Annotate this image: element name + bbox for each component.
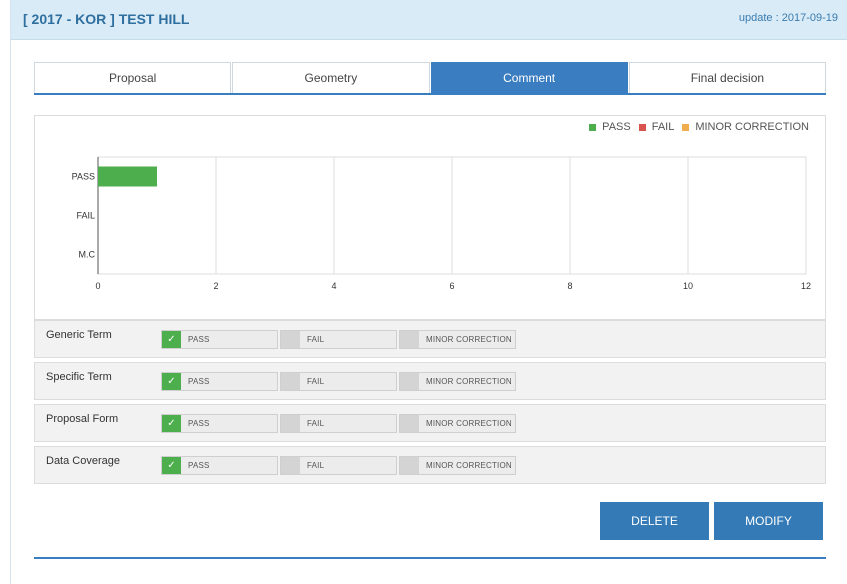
row-label: Proposal Form — [46, 413, 119, 425]
row-label: Specific Term — [46, 371, 112, 383]
option-label: MINOR CORRECTION — [426, 377, 512, 386]
panel-header: [ 2017 - KOR ] TEST HILL update : 2017-0… — [11, 0, 847, 40]
option-label: FAIL — [307, 377, 325, 386]
row-label: Data Coverage — [46, 455, 120, 467]
check-icon: ✓ — [162, 331, 181, 348]
x-tick-label: 0 — [95, 281, 100, 291]
checkbox-empty-icon — [400, 373, 419, 390]
option-label: PASS — [188, 335, 210, 344]
option-minor-correction[interactable]: MINOR CORRECTION — [399, 372, 516, 391]
page-title: [ 2017 - KOR ] TEST HILL — [23, 11, 190, 27]
option-pass[interactable]: ✓ PASS — [161, 330, 278, 349]
tab-proposal[interactable]: Proposal — [34, 62, 232, 93]
checkbox-empty-icon — [281, 373, 300, 390]
y-category-label: PASS — [72, 172, 95, 182]
x-tick-label: 8 — [567, 281, 572, 291]
option-label: MINOR CORRECTION — [426, 335, 512, 344]
review-row-generic-term: Generic Term ✓ PASS FAIL MINOR CORRECTION — [34, 320, 826, 358]
review-row-proposal-form: Proposal Form ✓ PASS FAIL MINOR CORRECTIO… — [34, 404, 826, 442]
option-fail[interactable]: FAIL — [280, 330, 397, 349]
review-rows: Generic Term ✓ PASS FAIL MINOR CORRECTION… — [34, 320, 826, 488]
option-pass[interactable]: ✓ PASS — [161, 372, 278, 391]
x-tick-label: 10 — [683, 281, 693, 291]
option-label: FAIL — [307, 419, 325, 428]
option-label: FAIL — [307, 335, 325, 344]
y-category-label: M.C — [79, 250, 96, 260]
option-fail[interactable]: FAIL — [280, 456, 397, 475]
modify-button[interactable]: MODIFY — [714, 502, 823, 540]
option-label: MINOR CORRECTION — [426, 461, 512, 470]
review-row-specific-term: Specific Term ✓ PASS FAIL MINOR CORRECTIO… — [34, 362, 826, 400]
option-fail[interactable]: FAIL — [280, 414, 397, 433]
tab-bar: Proposal Geometry Comment Final decision — [34, 62, 826, 95]
check-icon: ✓ — [162, 373, 181, 390]
checkbox-empty-icon — [400, 415, 419, 432]
option-label: PASS — [188, 461, 210, 470]
option-minor-correction[interactable]: MINOR CORRECTION — [399, 330, 516, 349]
checkbox-empty-icon — [400, 331, 419, 348]
y-category-label: FAIL — [76, 211, 95, 221]
footer-divider — [34, 557, 826, 559]
option-label: PASS — [188, 377, 210, 386]
x-tick-label: 6 — [449, 281, 454, 291]
checkbox-empty-icon — [281, 415, 300, 432]
x-tick-label: 4 — [331, 281, 336, 291]
checkbox-empty-icon — [281, 331, 300, 348]
checkbox-empty-icon — [281, 457, 300, 474]
checkbox-empty-icon — [400, 457, 419, 474]
tab-comment[interactable]: Comment — [430, 62, 628, 93]
x-tick-label: 12 — [801, 281, 811, 291]
option-pass[interactable]: ✓ PASS — [161, 456, 278, 475]
review-row-data-coverage: Data Coverage ✓ PASS FAIL MINOR CORRECTIO… — [34, 446, 826, 484]
update-date: update : 2017-09-19 — [738, 12, 838, 24]
delete-button[interactable]: DELETE — [600, 502, 709, 540]
tab-final-decision[interactable]: Final decision — [628, 62, 826, 93]
check-icon: ✓ — [162, 415, 181, 432]
bar-chart-svg: 0 2 4 6 8 10 12 PASS FAIL M.C — [72, 156, 811, 291]
option-minor-correction[interactable]: MINOR CORRECTION — [399, 414, 516, 433]
option-minor-correction[interactable]: MINOR CORRECTION — [399, 456, 516, 475]
review-panel: [ 2017 - KOR ] TEST HILL update : 2017-0… — [10, 0, 847, 584]
bar-pass — [98, 166, 157, 187]
option-pass[interactable]: ✓ PASS — [161, 414, 278, 433]
option-fail[interactable]: FAIL — [280, 372, 397, 391]
tab-geometry[interactable]: Geometry — [232, 62, 430, 93]
check-icon: ✓ — [162, 457, 181, 474]
comment-chart: PASS FAIL MINOR CORRECTION 0 2 4 6 8 10 12 PASS… — [34, 115, 826, 320]
option-label: PASS — [188, 419, 210, 428]
x-tick-label: 2 — [213, 281, 218, 291]
option-label: MINOR CORRECTION — [426, 419, 512, 428]
row-label: Generic Term — [46, 329, 112, 341]
option-label: FAIL — [307, 461, 325, 470]
